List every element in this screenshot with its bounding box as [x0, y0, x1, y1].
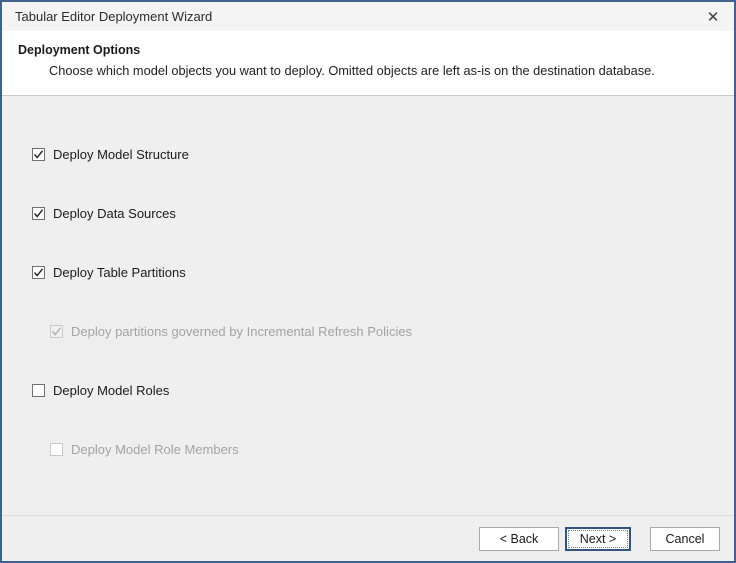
- checkmark-icon: [33, 208, 44, 219]
- checkbox-row-deploy-data-sources[interactable]: Deploy Data Sources: [32, 206, 734, 220]
- checkbox-label: Deploy partitions governed by Incrementa…: [71, 324, 412, 339]
- checkmark-icon: [51, 326, 62, 337]
- checkbox-row-deploy-incremental-refresh-partitions: Deploy partitions governed by Incrementa…: [50, 324, 734, 338]
- checkbox-row-deploy-table-partitions[interactable]: Deploy Table Partitions: [32, 265, 734, 279]
- checkmark-icon: [33, 149, 44, 160]
- checkmark-icon: [33, 267, 44, 278]
- back-button[interactable]: < Back: [479, 527, 559, 551]
- checkbox-deploy-model-role-members: [50, 443, 63, 456]
- deployment-wizard-window: Tabular Editor Deployment Wizard ✕ Deplo…: [0, 0, 736, 563]
- next-button[interactable]: Next >: [565, 527, 631, 551]
- checkbox-deploy-incremental-refresh-partitions: [50, 325, 63, 338]
- wizard-step-header: Deployment Options Choose which model ob…: [2, 31, 734, 96]
- checkbox-label: Deploy Model Role Members: [71, 442, 239, 457]
- checkbox-label: Deploy Model Structure: [53, 147, 189, 162]
- window-title: Tabular Editor Deployment Wizard: [2, 9, 692, 24]
- checkbox-row-deploy-model-role-members: Deploy Model Role Members: [50, 442, 734, 456]
- title-bar: Tabular Editor Deployment Wizard ✕: [2, 2, 734, 31]
- close-icon: ✕: [707, 8, 720, 26]
- checkbox-row-deploy-model-roles[interactable]: Deploy Model Roles: [32, 383, 734, 397]
- step-description: Choose which model objects you want to d…: [49, 63, 718, 78]
- checkbox-label: Deploy Model Roles: [53, 383, 169, 398]
- checkbox-deploy-table-partitions[interactable]: [32, 266, 45, 279]
- close-button[interactable]: ✕: [692, 2, 734, 31]
- checkbox-label: Deploy Table Partitions: [53, 265, 186, 280]
- checkbox-row-deploy-model-structure[interactable]: Deploy Model Structure: [32, 147, 734, 161]
- checkbox-deploy-data-sources[interactable]: [32, 207, 45, 220]
- checkbox-deploy-model-roles[interactable]: [32, 384, 45, 397]
- cancel-button[interactable]: Cancel: [650, 527, 720, 551]
- step-title: Deployment Options: [18, 43, 718, 57]
- wizard-button-bar: < Back Next > Cancel: [2, 515, 734, 561]
- checkbox-label: Deploy Data Sources: [53, 206, 176, 221]
- checkbox-deploy-model-structure[interactable]: [32, 148, 45, 161]
- options-panel: Deploy Model Structure Deploy Data Sourc…: [2, 96, 734, 515]
